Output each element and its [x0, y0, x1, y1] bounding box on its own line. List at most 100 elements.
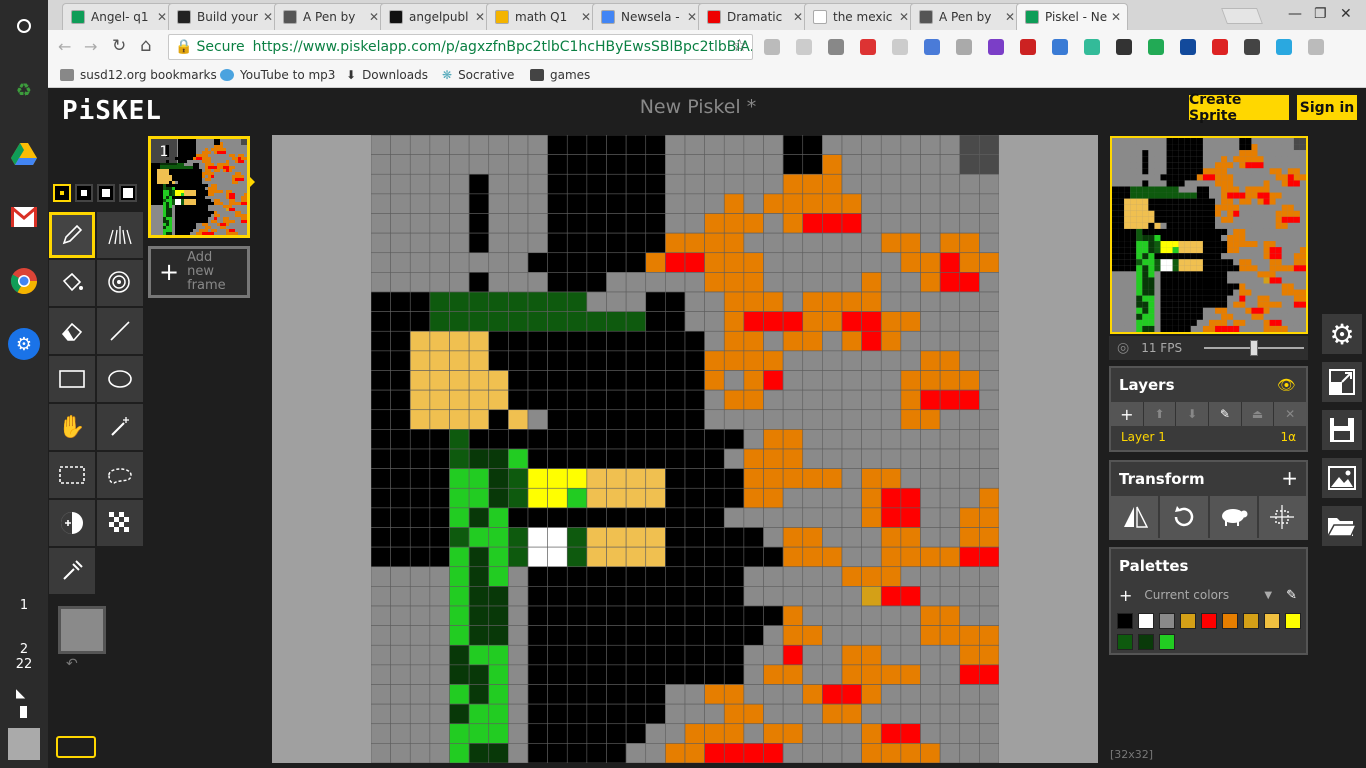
- piskel-logo[interactable]: PiSKEL: [62, 96, 162, 126]
- lasso-select-tool[interactable]: [97, 452, 143, 498]
- animation-preview[interactable]: [1110, 136, 1308, 334]
- close-window-icon[interactable]: ✕: [1340, 6, 1352, 22]
- frame-thumbnail-1[interactable]: 1: [148, 136, 250, 238]
- add-palette-icon[interactable]: +: [1119, 586, 1132, 605]
- extension-icon[interactable]: [764, 39, 780, 55]
- rotate-icon[interactable]: [1160, 496, 1208, 538]
- palette-swatch[interactable]: [1138, 634, 1154, 650]
- create-sprite-button[interactable]: Create Sprite: [1189, 92, 1289, 124]
- center-align-icon[interactable]: [1258, 496, 1306, 538]
- bookmark-susd12[interactable]: susd12.org bookmarks: [60, 68, 217, 82]
- clock[interactable]: 2 22: [0, 642, 48, 672]
- reload-icon[interactable]: ↻: [112, 36, 126, 56]
- vertical-mirror-tool[interactable]: [97, 212, 143, 258]
- palette-swatch[interactable]: [1285, 613, 1301, 629]
- browser-tab[interactable]: Dramatic ✕: [698, 3, 810, 30]
- extension-icon[interactable]: [1020, 39, 1036, 55]
- pen-tool[interactable]: [49, 212, 95, 258]
- palette-swatch[interactable]: [1117, 613, 1133, 629]
- primary-color[interactable]: [58, 606, 106, 654]
- drive-icon[interactable]: [8, 138, 40, 170]
- gmail-icon[interactable]: [8, 201, 40, 233]
- extension-icon[interactable]: [1052, 39, 1068, 55]
- tab-close-icon[interactable]: ✕: [1005, 10, 1015, 24]
- forward-icon[interactable]: →: [84, 37, 97, 56]
- keyboard-shortcuts-icon[interactable]: [56, 736, 96, 758]
- extension-icon[interactable]: [956, 39, 972, 55]
- pen-size-3[interactable]: [97, 184, 115, 202]
- swap-colors-icon[interactable]: ↶: [66, 656, 78, 672]
- extension-icon[interactable]: [828, 39, 844, 55]
- layer-row[interactable]: Layer 1 1α: [1111, 430, 1306, 450]
- edit-palette-icon[interactable]: ✎: [1286, 588, 1297, 603]
- tab-close-icon[interactable]: ✕: [793, 10, 803, 24]
- magic-wand-tool[interactable]: [97, 404, 143, 450]
- extension-icon[interactable]: [1212, 39, 1228, 55]
- palette-swatch[interactable]: [1159, 613, 1175, 629]
- color-picker-tool[interactable]: [49, 548, 95, 594]
- settings-gear-icon[interactable]: ⚙: [1322, 314, 1362, 354]
- browser-tab[interactable]: Piskel - Ne ✕: [1016, 3, 1128, 30]
- stroke-tool[interactable]: [97, 308, 143, 354]
- extension-icon[interactable]: [1148, 39, 1164, 55]
- minimize-icon[interactable]: —: [1288, 6, 1302, 22]
- browser-tab[interactable]: the mexic ✕: [804, 3, 916, 30]
- extension-icon[interactable]: [892, 39, 908, 55]
- browser-tab[interactable]: math Q1 ✕: [486, 3, 598, 30]
- fps-slider[interactable]: [1204, 340, 1304, 356]
- palette-swatch[interactable]: [1117, 634, 1133, 650]
- maximize-icon[interactable]: ❐: [1314, 6, 1327, 22]
- browser-tab[interactable]: angelpubl ✕: [380, 3, 492, 30]
- tab-close-icon[interactable]: ✕: [157, 10, 167, 24]
- palette-select[interactable]: Current colors: [1144, 588, 1264, 602]
- dithering-tool[interactable]: [97, 500, 143, 546]
- chevron-down-icon[interactable]: ▼: [1264, 590, 1272, 601]
- notification-count[interactable]: 1: [0, 598, 48, 613]
- extension-icon[interactable]: [1244, 39, 1260, 55]
- browser-tab[interactable]: Angel- q1 ✕: [62, 3, 174, 30]
- tab-close-icon[interactable]: ✕: [899, 10, 909, 24]
- paint-bucket-tool[interactable]: [49, 260, 95, 306]
- tab-close-icon[interactable]: ✕: [475, 10, 485, 24]
- delete-layer-icon[interactable]: ✕: [1274, 402, 1306, 426]
- move-hand-tool[interactable]: ✋: [49, 404, 95, 450]
- settings-app-icon[interactable]: ⚙: [8, 328, 40, 360]
- extension-icon[interactable]: [1276, 39, 1292, 55]
- palette-swatch[interactable]: [1138, 613, 1154, 629]
- palette-swatch[interactable]: [1222, 613, 1238, 629]
- layer-opacity[interactable]: 1α: [1280, 430, 1296, 450]
- tab-close-icon[interactable]: ✕: [1111, 10, 1121, 24]
- palette-swatch[interactable]: [1201, 613, 1217, 629]
- lighten-tool[interactable]: [49, 500, 95, 546]
- extension-icon[interactable]: [1084, 39, 1100, 55]
- drawing-stage[interactable]: [272, 135, 1098, 763]
- move-layer-up-icon[interactable]: ⬆: [1144, 402, 1177, 426]
- extension-icon[interactable]: [860, 39, 876, 55]
- add-layer-icon[interactable]: +: [1111, 402, 1144, 426]
- save-icon[interactable]: [1322, 410, 1362, 450]
- extension-icon[interactable]: [1180, 39, 1196, 55]
- paint-same-color-tool[interactable]: [97, 260, 143, 306]
- home-icon[interactable]: ⌂: [140, 35, 151, 56]
- extension-icon[interactable]: [924, 39, 940, 55]
- tab-close-icon[interactable]: ✕: [687, 10, 697, 24]
- chrome-icon[interactable]: [8, 265, 40, 297]
- address-bar[interactable]: 🔒 Secure https://www.piskelapp.com/p/agx…: [168, 34, 753, 60]
- launcher-icon[interactable]: [8, 10, 40, 42]
- browser-tab[interactable]: A Pen by ✕: [274, 3, 386, 30]
- rectangle-select-tool[interactable]: [49, 452, 95, 498]
- drawing-canvas[interactable]: [371, 135, 999, 763]
- clone-sheep-icon[interactable]: [1209, 496, 1257, 538]
- piskel-title[interactable]: New Piskel *: [548, 96, 848, 118]
- transform-expand-icon[interactable]: +: [1281, 466, 1298, 490]
- palette-swatch[interactable]: [1243, 613, 1259, 629]
- pen-size-2[interactable]: [75, 184, 93, 202]
- bookmark-downloads[interactable]: ⬇ Downloads: [346, 68, 428, 82]
- extension-icon[interactable]: [796, 39, 812, 55]
- pen-size-1[interactable]: [53, 184, 71, 202]
- export-image-icon[interactable]: [1322, 458, 1362, 498]
- circle-tool[interactable]: [97, 356, 143, 402]
- tab-close-icon[interactable]: ✕: [369, 10, 379, 24]
- back-icon[interactable]: ←: [58, 37, 71, 56]
- bookmark-socrative[interactable]: ❋ Socrative: [442, 68, 514, 82]
